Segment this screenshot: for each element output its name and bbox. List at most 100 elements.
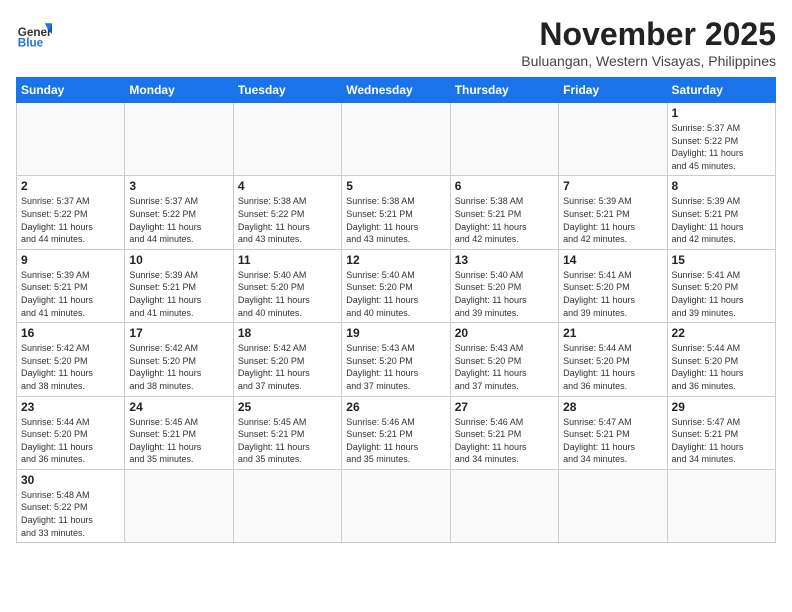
calendar-cell: 29 Sunrise: 5:47 AM Sunset: 5:21 PM Dayli…: [667, 396, 775, 469]
calendar-cell: 8Sunrise: 5:39 AM Sunset: 5:21 PM Daylig…: [667, 176, 775, 249]
day-info: Sunrise: 5:40 AM Sunset: 5:20 PM Dayligh…: [346, 269, 445, 319]
day-info: Sunrise: 5:38 AM Sunset: 5:22 PM Dayligh…: [238, 195, 337, 245]
day-info: Sunrise: 5:45 AM Sunset: 5:21 PM Dayligh…: [238, 416, 337, 466]
calendar-table: SundayMondayTuesdayWednesdayThursdayFrid…: [16, 77, 776, 543]
calendar-cell: 19 Sunrise: 5:43 AM Sunset: 5:20 PM Dayli…: [342, 323, 450, 396]
calendar-cell: 23 Sunrise: 5:44 AM Sunset: 5:20 PM Dayli…: [17, 396, 125, 469]
calendar-week-row: 23 Sunrise: 5:44 AM Sunset: 5:20 PM Dayli…: [17, 396, 776, 469]
weekday-header-wednesday: Wednesday: [342, 78, 450, 103]
day-info: Sunrise: 5:37 AM Sunset: 5:22 PM Dayligh…: [672, 122, 771, 172]
calendar-cell: 22 Sunrise: 5:44 AM Sunset: 5:20 PM Dayli…: [667, 323, 775, 396]
calendar-cell: 6 Sunrise: 5:38 AM Sunset: 5:21 PM Daylig…: [450, 176, 558, 249]
day-number: 26: [346, 400, 445, 414]
calendar-cell: [559, 103, 667, 176]
calendar-cell: [125, 469, 233, 542]
day-number: 27: [455, 400, 554, 414]
day-info: Sunrise: 5:41 AM Sunset: 5:20 PM Dayligh…: [563, 269, 662, 319]
day-info: Sunrise: 5:45 AM Sunset: 5:21 PM Dayligh…: [129, 416, 228, 466]
calendar-cell: 28Sunrise: 5:47 AM Sunset: 5:21 PM Dayli…: [559, 396, 667, 469]
calendar-cell: 30Sunrise: 5:48 AM Sunset: 5:22 PM Dayli…: [17, 469, 125, 542]
calendar-cell: 16 Sunrise: 5:42 AM Sunset: 5:20 PM Dayli…: [17, 323, 125, 396]
calendar-cell: [17, 103, 125, 176]
calendar-cell: [233, 103, 341, 176]
calendar-cell: [342, 103, 450, 176]
calendar-cell: [342, 469, 450, 542]
day-number: 3: [129, 179, 228, 193]
day-info: Sunrise: 5:43 AM Sunset: 5:20 PM Dayligh…: [455, 342, 554, 392]
day-number: 25: [238, 400, 337, 414]
day-info: Sunrise: 5:46 AM Sunset: 5:21 PM Dayligh…: [346, 416, 445, 466]
calendar-cell: 21 Sunrise: 5:44 AM Sunset: 5:20 PM Dayli…: [559, 323, 667, 396]
day-info: Sunrise: 5:42 AM Sunset: 5:20 PM Dayligh…: [129, 342, 228, 392]
calendar-week-row: 2 Sunrise: 5:37 AM Sunset: 5:22 PM Daylig…: [17, 176, 776, 249]
day-number: 8: [672, 179, 771, 193]
day-info: Sunrise: 5:43 AM Sunset: 5:20 PM Dayligh…: [346, 342, 445, 392]
day-info: Sunrise: 5:39 AM Sunset: 5:21 PM Dayligh…: [129, 269, 228, 319]
day-number: 22: [672, 326, 771, 340]
calendar-cell: 3 Sunrise: 5:37 AM Sunset: 5:22 PM Daylig…: [125, 176, 233, 249]
location-subtitle: Buluangan, Western Visayas, Philippines: [521, 53, 776, 69]
day-info: Sunrise: 5:47 AM Sunset: 5:21 PM Dayligh…: [672, 416, 771, 466]
calendar-cell: [233, 469, 341, 542]
weekday-header-sunday: Sunday: [17, 78, 125, 103]
day-number: 29: [672, 400, 771, 414]
weekday-header-tuesday: Tuesday: [233, 78, 341, 103]
calendar-cell: 17 Sunrise: 5:42 AM Sunset: 5:20 PM Dayli…: [125, 323, 233, 396]
calendar-header-row: SundayMondayTuesdayWednesdayThursdayFrid…: [17, 78, 776, 103]
calendar-cell: 26 Sunrise: 5:46 AM Sunset: 5:21 PM Dayli…: [342, 396, 450, 469]
day-info: Sunrise: 5:39 AM Sunset: 5:21 PM Dayligh…: [21, 269, 120, 319]
day-info: Sunrise: 5:39 AM Sunset: 5:21 PM Dayligh…: [563, 195, 662, 245]
day-number: 9: [21, 253, 120, 267]
day-info: Sunrise: 5:44 AM Sunset: 5:20 PM Dayligh…: [563, 342, 662, 392]
day-info: Sunrise: 5:40 AM Sunset: 5:20 PM Dayligh…: [455, 269, 554, 319]
day-number: 18: [238, 326, 337, 340]
calendar-cell: 7 Sunrise: 5:39 AM Sunset: 5:21 PM Daylig…: [559, 176, 667, 249]
day-number: 19: [346, 326, 445, 340]
calendar-week-row: 9 Sunrise: 5:39 AM Sunset: 5:21 PM Daylig…: [17, 249, 776, 322]
day-info: Sunrise: 5:47 AM Sunset: 5:21 PM Dayligh…: [563, 416, 662, 466]
day-info: Sunrise: 5:44 AM Sunset: 5:20 PM Dayligh…: [672, 342, 771, 392]
day-info: Sunrise: 5:42 AM Sunset: 5:20 PM Dayligh…: [21, 342, 120, 392]
day-number: 17: [129, 326, 228, 340]
calendar-cell: 18Sunrise: 5:42 AM Sunset: 5:20 PM Dayli…: [233, 323, 341, 396]
day-number: 10: [129, 253, 228, 267]
logo: General Blue: [16, 16, 52, 52]
day-number: 2: [21, 179, 120, 193]
calendar-cell: 15 Sunrise: 5:41 AM Sunset: 5:20 PM Dayli…: [667, 249, 775, 322]
day-number: 13: [455, 253, 554, 267]
calendar-week-row: 16 Sunrise: 5:42 AM Sunset: 5:20 PM Dayli…: [17, 323, 776, 396]
calendar-cell: 5Sunrise: 5:38 AM Sunset: 5:21 PM Daylig…: [342, 176, 450, 249]
calendar-cell: [450, 103, 558, 176]
day-number: 16: [21, 326, 120, 340]
day-info: Sunrise: 5:38 AM Sunset: 5:21 PM Dayligh…: [455, 195, 554, 245]
day-info: Sunrise: 5:40 AM Sunset: 5:20 PM Dayligh…: [238, 269, 337, 319]
weekday-header-thursday: Thursday: [450, 78, 558, 103]
calendar-cell: 9 Sunrise: 5:39 AM Sunset: 5:21 PM Daylig…: [17, 249, 125, 322]
day-number: 7: [563, 179, 662, 193]
day-number: 15: [672, 253, 771, 267]
title-block: November 2025 Buluangan, Western Visayas…: [521, 16, 776, 69]
calendar-cell: 13 Sunrise: 5:40 AM Sunset: 5:20 PM Dayli…: [450, 249, 558, 322]
day-info: Sunrise: 5:37 AM Sunset: 5:22 PM Dayligh…: [21, 195, 120, 245]
calendar-cell: 27Sunrise: 5:46 AM Sunset: 5:21 PM Dayli…: [450, 396, 558, 469]
calendar-cell: 25 Sunrise: 5:45 AM Sunset: 5:21 PM Dayli…: [233, 396, 341, 469]
day-info: Sunrise: 5:44 AM Sunset: 5:20 PM Dayligh…: [21, 416, 120, 466]
day-number: 24: [129, 400, 228, 414]
day-number: 23: [21, 400, 120, 414]
day-info: Sunrise: 5:41 AM Sunset: 5:20 PM Dayligh…: [672, 269, 771, 319]
calendar-cell: [125, 103, 233, 176]
day-number: 21: [563, 326, 662, 340]
weekday-header-monday: Monday: [125, 78, 233, 103]
day-number: 14: [563, 253, 662, 267]
day-number: 5: [346, 179, 445, 193]
calendar-cell: 24 Sunrise: 5:45 AM Sunset: 5:21 PM Dayli…: [125, 396, 233, 469]
calendar-cell: [559, 469, 667, 542]
day-number: 1: [672, 106, 771, 120]
day-info: Sunrise: 5:48 AM Sunset: 5:22 PM Dayligh…: [21, 489, 120, 539]
day-number: 4: [238, 179, 337, 193]
calendar-week-row: 1 Sunrise: 5:37 AM Sunset: 5:22 PM Daylig…: [17, 103, 776, 176]
day-info: Sunrise: 5:37 AM Sunset: 5:22 PM Dayligh…: [129, 195, 228, 245]
calendar-cell: 4 Sunrise: 5:38 AM Sunset: 5:22 PM Daylig…: [233, 176, 341, 249]
weekday-header-saturday: Saturday: [667, 78, 775, 103]
day-number: 6: [455, 179, 554, 193]
